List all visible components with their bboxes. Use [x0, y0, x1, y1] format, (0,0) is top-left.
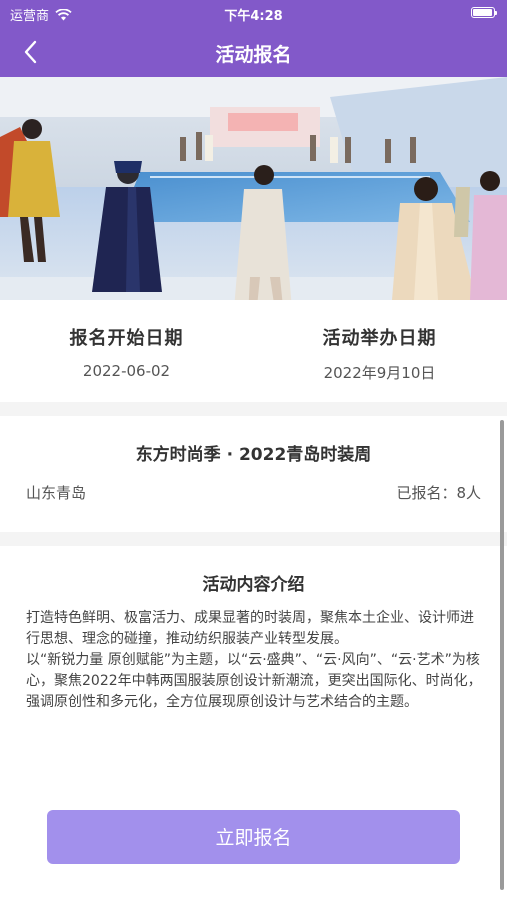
intro-title: 活动内容介绍: [202, 575, 305, 595]
signup-button[interactable]: 立即报名: [47, 810, 460, 864]
event-location: 山东青岛: [26, 484, 87, 502]
registered-count: 已报名：8人: [396, 484, 481, 502]
signup-start-value: 2022-06-02: [82, 362, 171, 380]
event-info-card: 东方时尚季 · 2022青岛时装周 山东青岛 已报名：8人: [0, 416, 507, 532]
status-bar: 运营商 下午4:28: [0, 0, 507, 27]
event-date-value: 2022年9月10日: [323, 364, 436, 382]
signup-start-label: 报名开始日期: [69, 328, 184, 349]
event-date-section: 活动举办日期 2022年9月10日: [253, 324, 506, 383]
event-date-label: 活动举办日期: [322, 328, 437, 349]
event-title: 东方时尚季 · 2022青岛时装周: [135, 445, 372, 465]
intro-paragraph: 以“新锐力量 原创赋能”为主题，以“云·盛典”、“云·风向”、“云·艺术”为核心…: [26, 652, 482, 710]
intro-paragraph: 打造特色鲜明、极富活力、成果显著的时装周，聚焦本土企业、设计师进行思想、理念的碰…: [26, 610, 474, 647]
dates-card: 报名开始日期 2022-06-02 活动举办日期 2022年9月10日: [0, 300, 507, 402]
battery-icon: [471, 7, 497, 18]
scrollbar[interactable]: [500, 420, 504, 890]
event-banner-image: [0, 77, 507, 300]
nav-bar: 活动报名: [0, 27, 507, 77]
page-title: 活动报名: [215, 44, 292, 66]
signup-start-section: 报名开始日期 2022-06-02: [0, 324, 253, 380]
status-time: 下午4:28: [224, 9, 283, 24]
intro-body: 打造特色鲜明、极富活力、成果显著的时装周，聚焦本土企业、设计师进行思想、理念的碰…: [26, 608, 483, 713]
